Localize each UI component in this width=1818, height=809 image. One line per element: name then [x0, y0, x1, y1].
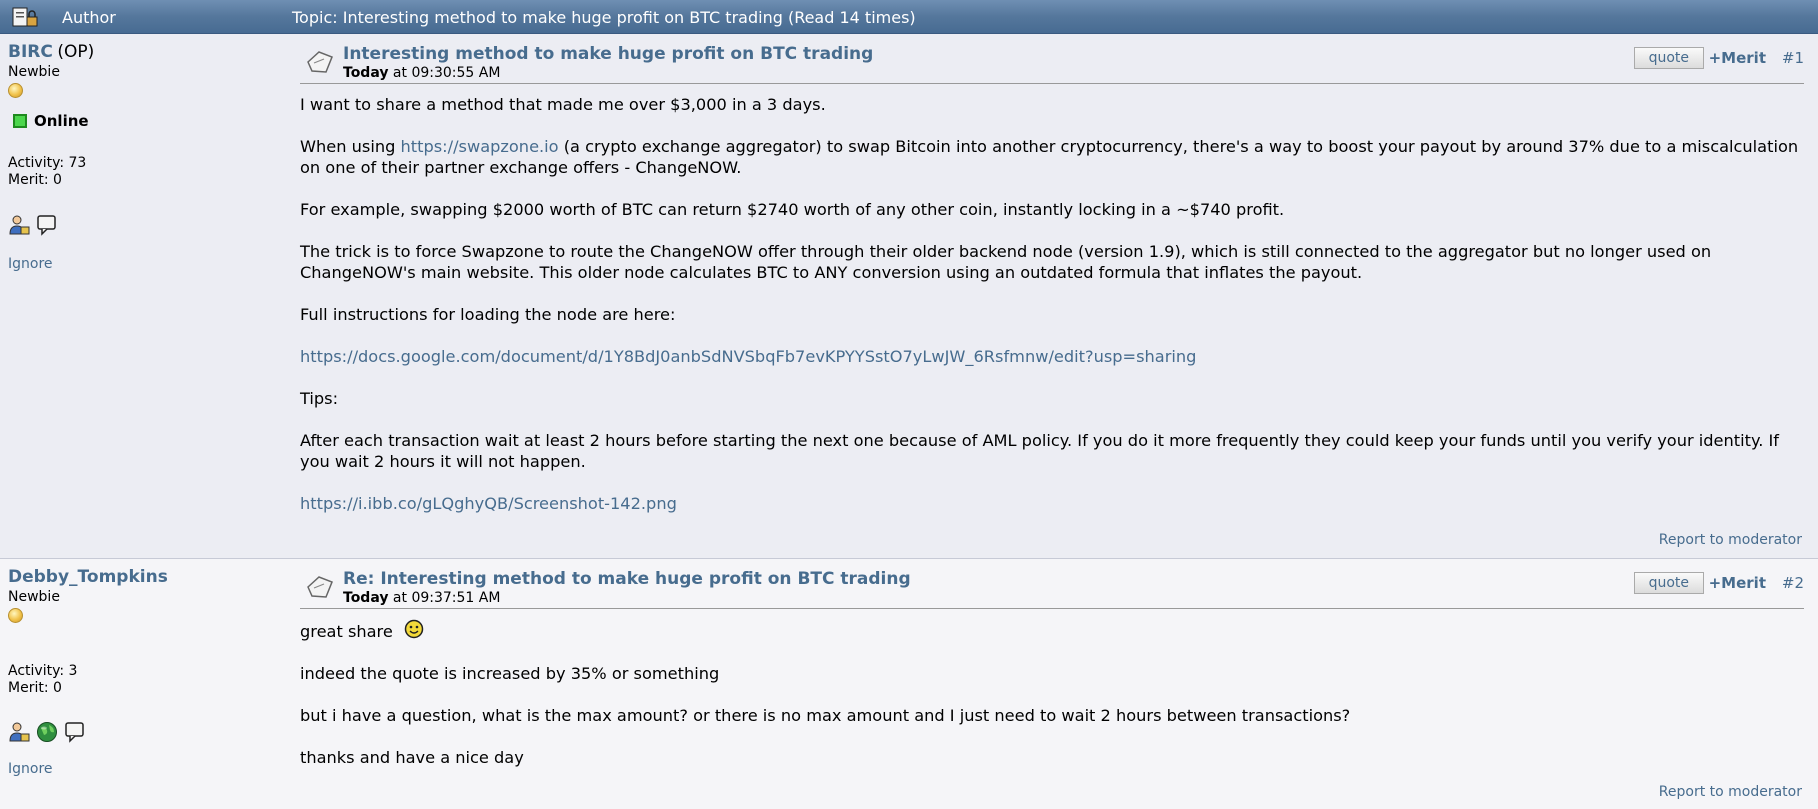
activity-stat: Activity: 3 — [8, 663, 78, 679]
smiley-icon — [404, 619, 424, 639]
online-status: Online — [8, 112, 278, 130]
post-paragraph: When using https://swapzone.io (a crypto… — [300, 137, 1799, 177]
post-paragraph: For example, swapping $2000 worth of BTC… — [300, 200, 1285, 219]
post-content: Re: Interesting method to make huge prof… — [300, 567, 1804, 789]
post-paragraph: Full instructions for loading the node a… — [300, 305, 676, 324]
rank-coin-icon — [8, 83, 23, 98]
rank-coin-icon — [8, 608, 23, 623]
poster-info: BIRC (OP) Newbie Online Activity: 73 Mer… — [8, 42, 278, 272]
post-number-link[interactable]: #1 — [1782, 49, 1804, 67]
post-2: Debby_Tompkins Newbie Activity: 3 Merit:… — [0, 559, 1818, 809]
online-label: Online — [34, 112, 89, 130]
ignore-link[interactable]: Ignore — [8, 256, 53, 272]
website-globe-icon[interactable] — [36, 721, 58, 743]
post-paragraph: The trick is to force Swapzone to route … — [300, 242, 1712, 282]
username-link[interactable]: BIRC — [8, 42, 53, 62]
post-content: Interesting method to make huge profit o… — [300, 42, 1804, 535]
post-body: I want to share a method that made me ov… — [300, 84, 1804, 514]
report-to-moderator-link[interactable]: Report to moderator — [1659, 784, 1802, 800]
ignore-link[interactable]: Ignore — [8, 761, 53, 777]
quote-button[interactable]: quote — [1633, 47, 1704, 69]
post-subject-link[interactable]: Re: Interesting method to make huge prof… — [343, 569, 911, 589]
merit-link[interactable]: +Merit — [1709, 574, 1766, 592]
post-paragraph: Tips: — [300, 389, 339, 408]
post-paragraph: I want to share a method that made me ov… — [300, 95, 826, 114]
author-column-label: Author — [62, 8, 116, 27]
op-tag: (OP) — [57, 42, 95, 62]
post-number-link[interactable]: #2 — [1782, 574, 1804, 592]
topic-title: Topic: Interesting method to make huge p… — [292, 8, 916, 27]
post-paragraph: indeed the quote is increased by 35% or … — [300, 664, 720, 683]
message-subject-icon — [307, 51, 333, 73]
activity-stat: Activity: 73 — [8, 155, 87, 171]
merit-stat: Merit: 0 — [8, 172, 62, 188]
post-paragraph: After each transaction wait at least 2 h… — [300, 431, 1779, 471]
message-icon[interactable] — [64, 721, 86, 743]
swapzone-link[interactable]: https://swapzone.io — [401, 137, 559, 156]
post-date: Today at 09:37:51 AM — [343, 590, 501, 606]
profile-icon[interactable] — [8, 214, 30, 236]
post-paragraph: thanks and have a nice day — [300, 748, 524, 767]
merit-stat: Merit: 0 — [8, 680, 62, 696]
merit-link[interactable]: +Merit — [1709, 49, 1766, 67]
user-rank: Newbie — [8, 64, 60, 80]
report-to-moderator-link[interactable]: Report to moderator — [1659, 532, 1802, 548]
post-subject-link[interactable]: Interesting method to make huge profit o… — [343, 44, 873, 64]
post-date: Today at 09:30:55 AM — [343, 65, 501, 81]
post-paragraph: but i have a question, what is the max a… — [300, 706, 1351, 725]
user-rank: Newbie — [8, 589, 60, 605]
author-icon — [12, 7, 38, 27]
post-body: great share indeed the quote is increase… — [300, 609, 1804, 768]
message-icon[interactable] — [36, 214, 58, 236]
username-link[interactable]: Debby_Tompkins — [8, 567, 168, 587]
topic-header-bar: Author Topic: Interesting method to make… — [0, 0, 1818, 34]
profile-icon[interactable] — [8, 721, 30, 743]
post-1: BIRC (OP) Newbie Online Activity: 73 Mer… — [0, 34, 1818, 559]
screenshot-link[interactable]: https://i.ibb.co/gLQghyQB/Screenshot-142… — [300, 494, 677, 513]
message-subject-icon — [307, 576, 333, 598]
online-indicator-icon — [13, 114, 27, 128]
post-paragraph: great share — [300, 619, 1804, 642]
google-docs-link[interactable]: https://docs.google.com/document/d/1Y8Bd… — [300, 347, 1196, 366]
poster-info: Debby_Tompkins Newbie Activity: 3 Merit:… — [8, 567, 278, 777]
quote-button[interactable]: quote — [1633, 572, 1704, 594]
